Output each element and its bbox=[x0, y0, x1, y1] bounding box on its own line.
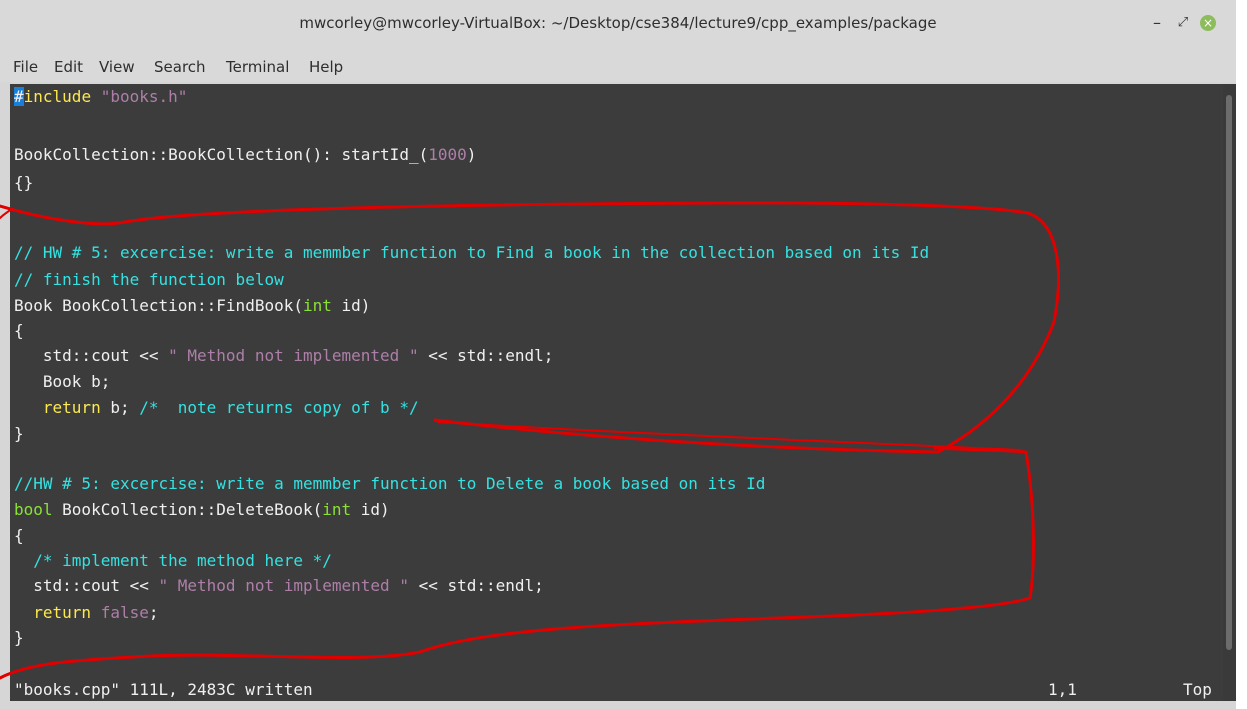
minimize-button[interactable]: – bbox=[1146, 12, 1168, 34]
window-title: mwcorley@mwcorley-VirtualBox: ~/Desktop/… bbox=[299, 14, 937, 32]
code-line-13: return b; /* note returns copy of b */ bbox=[14, 398, 419, 417]
menu-edit[interactable]: Edit bbox=[54, 58, 83, 76]
code-line-1: #include "books.h" bbox=[14, 87, 188, 106]
close-button[interactable]: × bbox=[1200, 15, 1216, 31]
scroll-indicator: Top bbox=[1183, 680, 1212, 699]
menu-terminal[interactable]: Terminal bbox=[226, 58, 289, 76]
code-line-9: Book BookCollection::FindBook(int id) bbox=[14, 296, 371, 315]
code-line-20: std::cout << " Method not implemented " … bbox=[14, 576, 544, 595]
code-line-18: { bbox=[14, 526, 24, 545]
maximize-button[interactable]: ⤢ bbox=[1172, 12, 1194, 34]
code-line-4: {} bbox=[14, 173, 34, 192]
code-line-17: bool BookCollection::DeleteBook(int id) bbox=[14, 500, 390, 519]
code-line-19: /* implement the method here */ bbox=[14, 551, 332, 570]
code-line-10: { bbox=[14, 321, 24, 340]
code-line-14: } bbox=[14, 424, 24, 443]
menu-help[interactable]: Help bbox=[309, 58, 343, 76]
status-message: "books.cpp" 111L, 2483C written bbox=[14, 680, 313, 699]
code-line-16: //HW # 5: excercise: write a memmber fun… bbox=[14, 474, 766, 493]
code-line-7: // HW # 5: excercise: write a memmber fu… bbox=[14, 243, 930, 262]
code-line-22: } bbox=[14, 628, 24, 647]
menu-bar: File Edit View Search Terminal Help bbox=[0, 52, 1236, 82]
text-cursor: # bbox=[14, 87, 24, 106]
scrollbar-thumb[interactable] bbox=[1226, 95, 1232, 650]
code-line-3: BookCollection::BookCollection(): startI… bbox=[14, 145, 477, 164]
terminal-area[interactable] bbox=[10, 84, 1223, 701]
title-bar[interactable]: mwcorley@mwcorley-VirtualBox: ~/Desktop/… bbox=[0, 0, 1236, 52]
code-line-12: Book b; bbox=[14, 372, 111, 391]
cursor-position: 1,1 bbox=[1048, 680, 1077, 699]
menu-file[interactable]: File bbox=[13, 58, 38, 76]
code-line-11: std::cout << " Method not implemented " … bbox=[14, 346, 554, 365]
code-line-8: // finish the function below bbox=[14, 270, 284, 289]
menu-view[interactable]: View bbox=[99, 58, 135, 76]
menu-search[interactable]: Search bbox=[154, 58, 206, 76]
code-line-21: return false; bbox=[14, 603, 159, 622]
